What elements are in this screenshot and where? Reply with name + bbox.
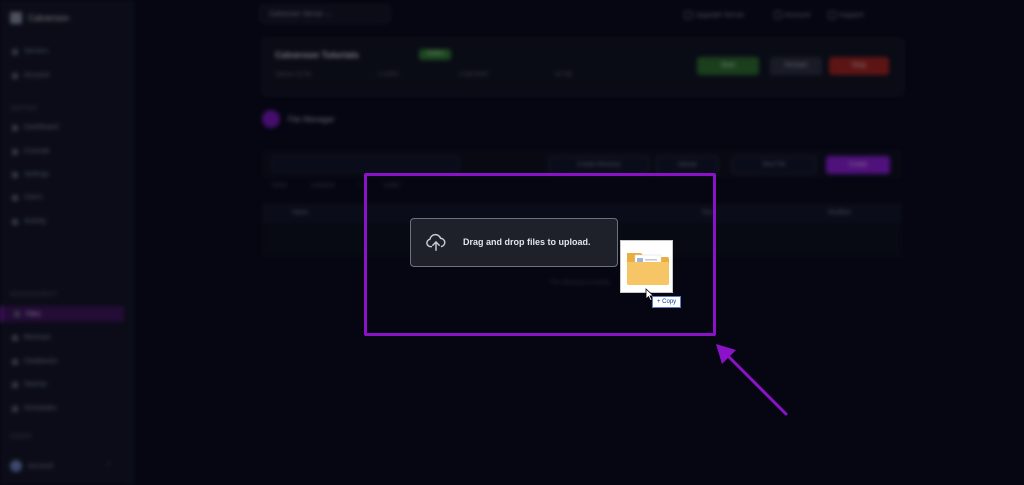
project-title: Calveroon Tutorials xyxy=(275,50,359,60)
users-icon xyxy=(12,194,18,201)
dashboard-icon xyxy=(12,124,18,131)
avatar xyxy=(10,460,22,472)
project-meta-disk: 40 GB xyxy=(555,72,573,78)
sidebar-scrollbar[interactable] xyxy=(130,0,134,485)
new-file-button[interactable]: New File xyxy=(732,156,816,174)
breadcrumb-root[interactable]: / xyxy=(359,183,361,189)
brand: Calveroon xyxy=(10,12,69,24)
project-card: Calveroon Tutorials Online Ubuntu 22.04 … xyxy=(262,38,904,96)
drop-message: Drag and drop files to upload. xyxy=(463,237,591,247)
sidebar-item-activity[interactable]: Activity xyxy=(12,218,46,225)
project-meta-cpu: 2 vCPU xyxy=(378,72,399,78)
startup-icon xyxy=(12,381,18,388)
project-meta-os: Ubuntu 22.04 xyxy=(275,72,312,78)
stop-button[interactable]: Stop xyxy=(829,57,889,75)
clock-icon xyxy=(12,405,18,412)
create-button[interactable]: Create xyxy=(826,156,890,174)
sidebar-item-files[interactable]: Files xyxy=(0,306,124,322)
arrow-icon xyxy=(716,344,788,416)
project-meta-ram: 4 GB RAM xyxy=(459,72,488,78)
file-manager-icon xyxy=(262,110,280,128)
column-name[interactable]: Name xyxy=(292,210,308,216)
sidebar-item-users[interactable]: Users xyxy=(12,194,42,201)
server-icon xyxy=(12,48,18,55)
sidebar-item-dashboard[interactable]: Dashboard xyxy=(12,124,58,131)
create-directory-button[interactable]: Create Directory xyxy=(549,156,649,174)
support-link[interactable]: Support xyxy=(828,11,864,19)
upgrade-link[interactable]: Upgrade Server xyxy=(684,11,744,19)
chevron-up-icon: ⌃ xyxy=(106,463,112,470)
sidebar-item-schedules[interactable]: Schedules xyxy=(12,405,57,412)
copy-tooltip: + Copy xyxy=(652,296,682,308)
sidebar-item-servers[interactable]: Servers xyxy=(12,48,48,55)
breadcrumb-container[interactable]: container xyxy=(311,183,336,189)
start-button[interactable]: Start xyxy=(697,57,759,75)
sidebar-section-admin: ADMIN xyxy=(10,434,32,440)
support-icon xyxy=(828,11,836,19)
terminal-icon xyxy=(12,148,18,155)
sidebar-section-management: MANAGEMENT xyxy=(10,292,59,298)
sidebar-item-settings[interactable]: Settings xyxy=(12,171,49,178)
sidebar-section-server: SERVER xyxy=(10,106,38,112)
dragged-folder xyxy=(620,240,673,293)
folder-icon xyxy=(14,311,20,317)
account-link[interactable]: Account xyxy=(774,11,810,19)
account-icon xyxy=(774,11,782,19)
sidebar: Calveroon Servers Account SERVER Dashboa… xyxy=(0,0,129,485)
status-badge: Online xyxy=(419,49,451,60)
upload-cloud-icon xyxy=(426,233,446,251)
user-icon xyxy=(12,72,18,79)
activity-icon xyxy=(12,218,18,225)
column-modified[interactable]: Modified xyxy=(828,210,851,216)
drop-zone[interactable]: Drag and drop files to upload. xyxy=(410,218,618,267)
upload-button[interactable]: Upload xyxy=(656,156,718,174)
sidebar-item-console[interactable]: Console xyxy=(12,148,50,155)
database-icon xyxy=(12,358,18,365)
file-manager-heading: File Manager xyxy=(262,110,335,128)
sidebar-item-startup[interactable]: Startup xyxy=(12,381,47,388)
sidebar-user[interactable]: Account ⌃ xyxy=(10,460,112,472)
folder-icon xyxy=(627,253,669,285)
sidebar-item-account[interactable]: Account xyxy=(12,72,49,79)
sidebar-item-backups[interactable]: Backups xyxy=(12,334,51,341)
file-search-input[interactable] xyxy=(272,156,459,172)
org-select[interactable]: Calveroon Server ⌄ xyxy=(260,5,390,23)
backup-icon xyxy=(12,334,18,341)
breadcrumb-home[interactable]: home xyxy=(272,183,287,189)
brand-logo-icon xyxy=(10,12,22,24)
gear-icon xyxy=(12,171,18,178)
sidebar-item-databases[interactable]: Databases xyxy=(12,358,57,365)
upgrade-icon xyxy=(684,11,692,19)
brand-name: Calveroon xyxy=(28,13,70,23)
restart-button[interactable]: Restart xyxy=(770,57,822,75)
